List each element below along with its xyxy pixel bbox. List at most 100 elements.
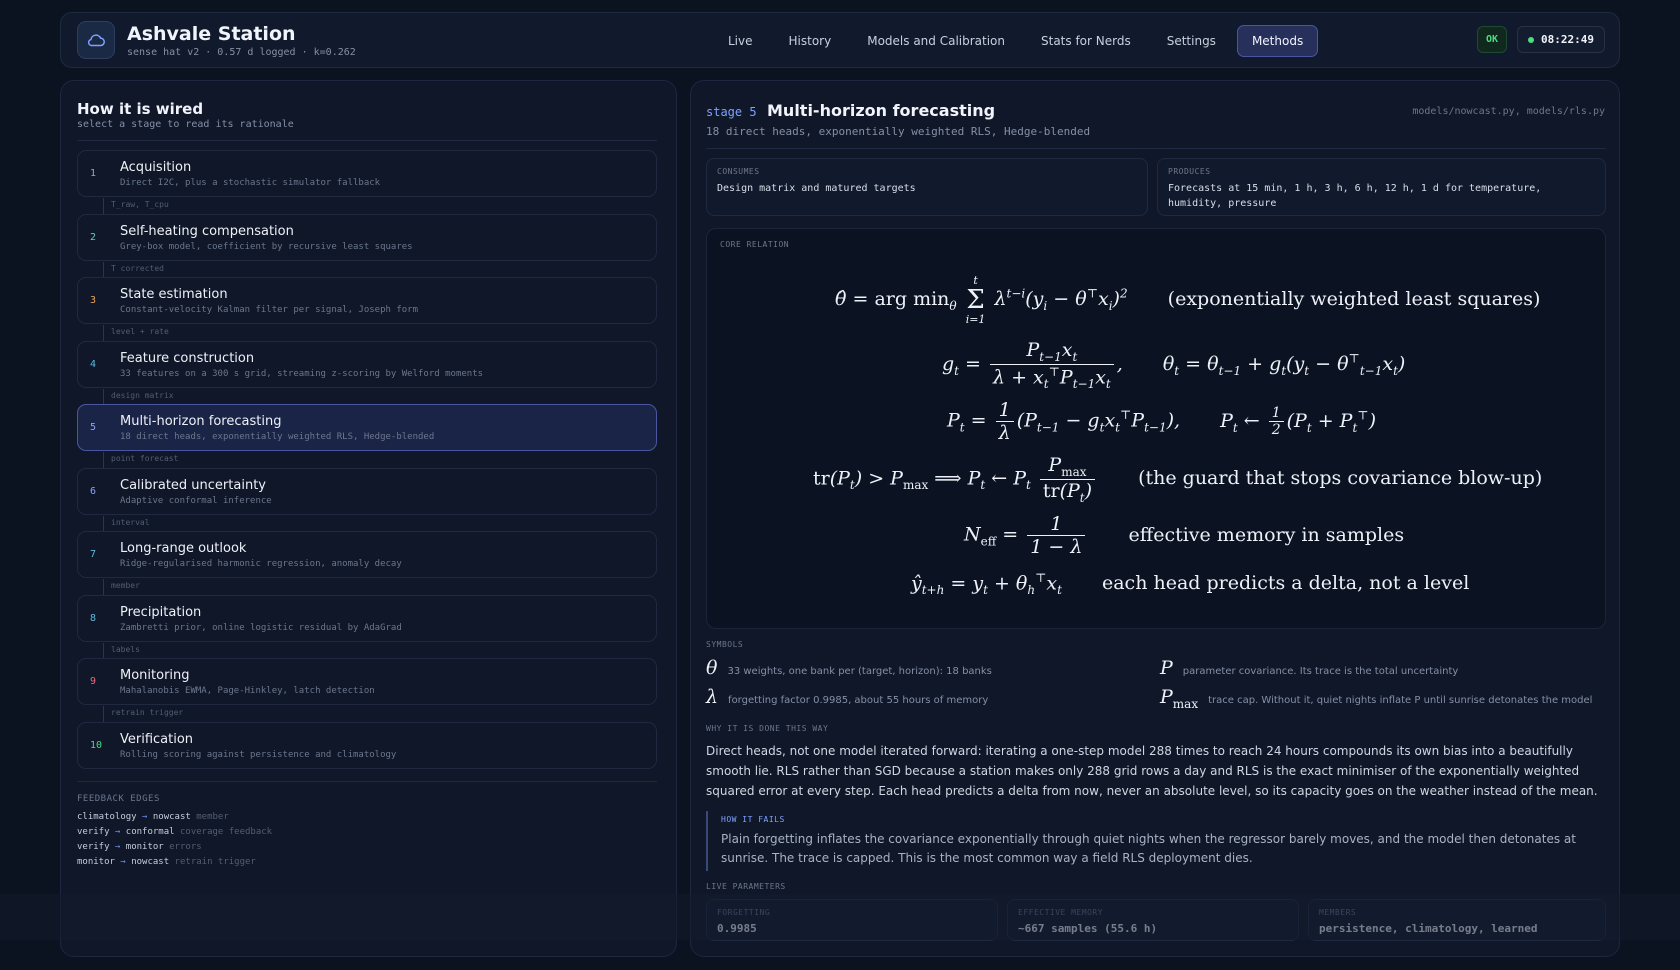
stage-name: Precipitation bbox=[120, 605, 202, 620]
edge-connector bbox=[103, 452, 104, 469]
equation-trace-guard: tr(Pt) > Pmax ⟹ Pt ← Pt Pmax tr(Pt) (the … bbox=[813, 454, 1543, 505]
stage-number: 4 bbox=[90, 359, 97, 370]
equation-ewls: θ̂ = arg minθ t Σi=1 λt−i(yi − θ⊤xi)2 (ex… bbox=[835, 274, 1541, 326]
main-nav: Live History Models and Calibration Stat… bbox=[713, 25, 1319, 57]
stage-number: 1 bbox=[90, 168, 97, 179]
stage-description: Constant-velocity Kalman filter per sign… bbox=[120, 305, 419, 315]
stage-description: Zambretti prior, online logistic residua… bbox=[120, 623, 402, 633]
stage-description: Direct I2C, plus a stochastic simulator … bbox=[120, 178, 381, 188]
stage-label: stage 5 bbox=[706, 105, 757, 119]
stage-long-range-outlook[interactable]: 7 Long-range outlook Ridge-regularised h… bbox=[77, 531, 657, 578]
stage-description: 18 direct heads, exponentially weighted … bbox=[120, 432, 435, 442]
stage-precipitation[interactable]: 8 Precipitation Zambretti prior, online … bbox=[77, 595, 657, 642]
stage-feature-construction[interactable]: 4 Feature construction 33 features on a … bbox=[77, 341, 657, 388]
param-effective-memory: EFFECTIVE MEMORY ~667 samples (55.6 h) bbox=[1007, 899, 1299, 941]
stage-number: 10 bbox=[90, 740, 103, 751]
stage-calibrated-uncertainty[interactable]: 6 Calibrated uncertainty Adaptive confor… bbox=[77, 468, 657, 515]
stage-description: Grey-box model, coefficient by recursive… bbox=[120, 242, 413, 252]
produces-value: Forecasts at 15 min, 1 h, 3 h, 6 h, 12 h… bbox=[1168, 183, 1542, 209]
nav-live[interactable]: Live bbox=[713, 25, 768, 57]
stage-name: Verification bbox=[120, 732, 194, 747]
edge-label: labels bbox=[111, 645, 140, 654]
stage-self-heating[interactable]: 2 Self-heating compensation Grey-box mod… bbox=[77, 214, 657, 261]
stage-description: Mahalanobis EWMA, Page-Hinkley, latch de… bbox=[120, 686, 375, 696]
stage-monitoring[interactable]: 9 Monitoring Mahalanobis EWMA, Page-Hink… bbox=[77, 658, 657, 705]
stage-name: Long-range outlook bbox=[120, 541, 247, 556]
station-subtitle: sense hat v2 · 0.57 d logged · k=0.262 bbox=[127, 46, 356, 58]
stage-description: 33 features on a 300 s grid, streaming z… bbox=[120, 369, 484, 379]
feedback-edge: verify → monitor errors bbox=[77, 842, 202, 852]
stage-acquisition[interactable]: 1 Acquisition Direct I2C, plus a stochas… bbox=[77, 150, 657, 197]
stage-number: 3 bbox=[90, 295, 97, 306]
stage-number: 8 bbox=[90, 613, 97, 624]
why-text: Direct heads, not one model iterated for… bbox=[706, 744, 1598, 798]
stage-number: 5 bbox=[90, 422, 97, 433]
stage-name: Multi-horizon forecasting bbox=[120, 414, 282, 429]
stage-name: Calibrated uncertainty bbox=[120, 478, 266, 493]
divider bbox=[77, 140, 657, 141]
stage-detail-panel: stage 5 Multi-horizon forecasting 18 dir… bbox=[690, 80, 1620, 957]
edge-label: T_raw, T_cpu bbox=[111, 200, 169, 209]
nav-models-calibration[interactable]: Models and Calibration bbox=[852, 25, 1020, 57]
consumes-label: CONSUMES bbox=[717, 167, 760, 176]
edge-connector bbox=[103, 706, 104, 723]
stage-number: 7 bbox=[90, 549, 97, 560]
symbol-p-max: Pmax trace cap. Without it, quiet nights… bbox=[1160, 686, 1593, 711]
produces-box: PRODUCES Forecasts at 15 min, 1 h, 3 h, … bbox=[1157, 158, 1606, 216]
edge-connector bbox=[103, 325, 104, 342]
stage-name: Acquisition bbox=[120, 160, 192, 175]
why-label: WHY IT IS DONE THIS WAY bbox=[706, 724, 829, 733]
equation-note: (exponentially weighted least squares) bbox=[1167, 288, 1541, 310]
stage-description: Rolling scoring against persistence and … bbox=[120, 750, 397, 760]
stage-multi-horizon-forecasting[interactable]: 5 Multi-horizon forecasting 18 direct he… bbox=[77, 404, 657, 451]
symbols-label: SYMBOLS bbox=[706, 640, 744, 649]
nav-settings[interactable]: Settings bbox=[1152, 25, 1231, 57]
source-files: models/nowcast.py, models/rls.py bbox=[1412, 106, 1605, 117]
equation-delta-head: ŷt+h = yt + θh⊤xt each head predicts a d… bbox=[911, 571, 1470, 598]
edge-label: T corrected bbox=[111, 264, 164, 273]
nav-history[interactable]: History bbox=[774, 25, 847, 57]
param-members: MEMBERS persistence, climatology, learne… bbox=[1308, 899, 1606, 941]
edge-connector bbox=[103, 579, 104, 596]
feedback-edge: verify → conformal coverage feedback bbox=[77, 827, 273, 837]
stage-verification[interactable]: 10 Verification Rolling scoring against … bbox=[77, 722, 657, 769]
equation-note: each head predicts a delta, not a level bbox=[1101, 572, 1470, 595]
consumes-value: Design matrix and matured targets bbox=[717, 183, 916, 194]
divider bbox=[77, 781, 657, 782]
consumes-box: CONSUMES Design matrix and matured targe… bbox=[706, 158, 1148, 216]
stage-subtitle: 18 direct heads, exponentially weighted … bbox=[706, 125, 1091, 138]
edge-label: point forecast bbox=[111, 454, 179, 463]
edge-label: interval bbox=[111, 518, 150, 527]
feedback-title: FEEDBACK EDGES bbox=[77, 794, 160, 804]
divider bbox=[706, 148, 1606, 149]
edge-label: member bbox=[111, 581, 140, 590]
stage-state-estimation[interactable]: 3 State estimation Constant-velocity Kal… bbox=[77, 277, 657, 324]
stage-description: Ridge-regularised harmonic regression, a… bbox=[120, 559, 402, 569]
pipeline-panel: How it is wired select a stage to read i… bbox=[60, 80, 677, 957]
live-dot-icon bbox=[1528, 36, 1534, 43]
symbol-lambda: λ forgetting factor 0.9985, about 55 hou… bbox=[706, 686, 989, 708]
station-title: Ashvale Station bbox=[127, 22, 296, 45]
stage-name: Self-heating compensation bbox=[120, 224, 294, 239]
equation-covariance-update: Pt = 1 λ (Pt−1 − gtxt⊤Pt−1), Pt ← 1 2 (Pt + … bbox=[947, 399, 1377, 444]
produces-label: PRODUCES bbox=[1168, 167, 1211, 176]
nav-methods[interactable]: Methods bbox=[1236, 25, 1319, 57]
equation-gain-update: gt = Pt−1xt λ + xt⊤Pt−1xt, θt = θt−1 + gt… bbox=[942, 339, 1406, 391]
status-badge: OK bbox=[1477, 26, 1508, 53]
feedback-edge: climatology → nowcast member bbox=[77, 812, 229, 822]
edge-label: design matrix bbox=[111, 391, 174, 400]
clock: 08:22:49 bbox=[1517, 26, 1605, 53]
stage-number: 2 bbox=[90, 232, 97, 243]
clock-time: 08:22:49 bbox=[1541, 33, 1594, 46]
equation-note: (the guard that stops covariance blow-up… bbox=[1138, 467, 1543, 490]
nav-stats-for-nerds[interactable]: Stats for Nerds bbox=[1026, 25, 1146, 57]
pipeline-subtitle: select a stage to read its rationale bbox=[77, 119, 294, 130]
stage-name: State estimation bbox=[120, 287, 228, 302]
edge-label: retrain trigger bbox=[111, 708, 184, 717]
failure-text: Plain forgetting inflates the covariance… bbox=[721, 832, 1576, 865]
param-forgetting: FORGETTING 0.9985 bbox=[706, 899, 998, 941]
pipeline-title: How it is wired bbox=[77, 100, 204, 118]
live-params-label: LIVE PARAMETERS bbox=[706, 882, 786, 891]
symbol-theta: θ 33 weights, one bank per (target, hori… bbox=[706, 657, 992, 679]
top-bar: Ashvale Station sense hat v2 · 0.57 d lo… bbox=[60, 12, 1620, 68]
